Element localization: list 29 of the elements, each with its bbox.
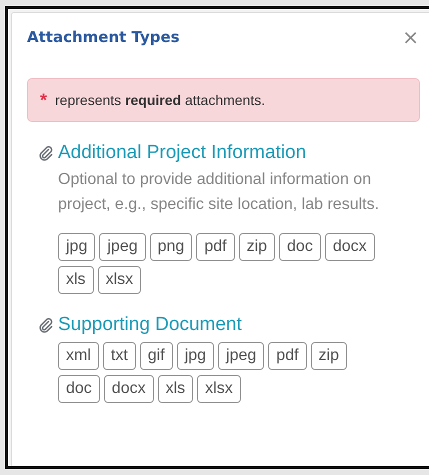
paperclip-icon <box>38 145 54 161</box>
file-type-tag: jpeg <box>99 233 146 261</box>
file-type-tag: zip <box>310 342 347 370</box>
section-description: Optional to provide additional information on project, e.g., specific site location, lab results. <box>57 170 380 214</box>
notice-text: represents required attachments. <box>55 92 266 108</box>
file-type-tag: zip <box>238 233 276 261</box>
paperclip-icon <box>38 317 54 333</box>
file-type-tag: docx <box>324 233 375 261</box>
close-button[interactable]: × <box>398 25 423 49</box>
file-type-tag: jpg <box>58 233 96 261</box>
section-title: Supporting Document <box>58 314 242 336</box>
file-type-tag: xls <box>58 266 94 294</box>
file-type-tag: txt <box>102 342 136 370</box>
dialog-title: Attachment Types <box>27 28 180 46</box>
required-mark: * <box>40 90 48 110</box>
file-type-tag: gif <box>140 342 173 370</box>
file-type-tag: jpg <box>176 342 214 370</box>
file-type-tag: png <box>150 233 192 261</box>
file-type-tag: xml <box>58 342 99 370</box>
file-type-tag: xlsx <box>197 375 241 403</box>
file-type-tag: jpeg <box>218 342 264 370</box>
file-type-tag: xls <box>158 375 194 403</box>
file-type-tag: pdf <box>268 342 307 370</box>
file-type-tag: doc <box>58 375 100 403</box>
file-type-tag: doc <box>279 233 321 261</box>
file-type-tag: docx <box>104 375 154 403</box>
section-title: Additional Project Information <box>58 142 306 164</box>
file-type-tag: pdf <box>196 233 235 261</box>
file-type-tag: xlsx <box>98 266 142 294</box>
